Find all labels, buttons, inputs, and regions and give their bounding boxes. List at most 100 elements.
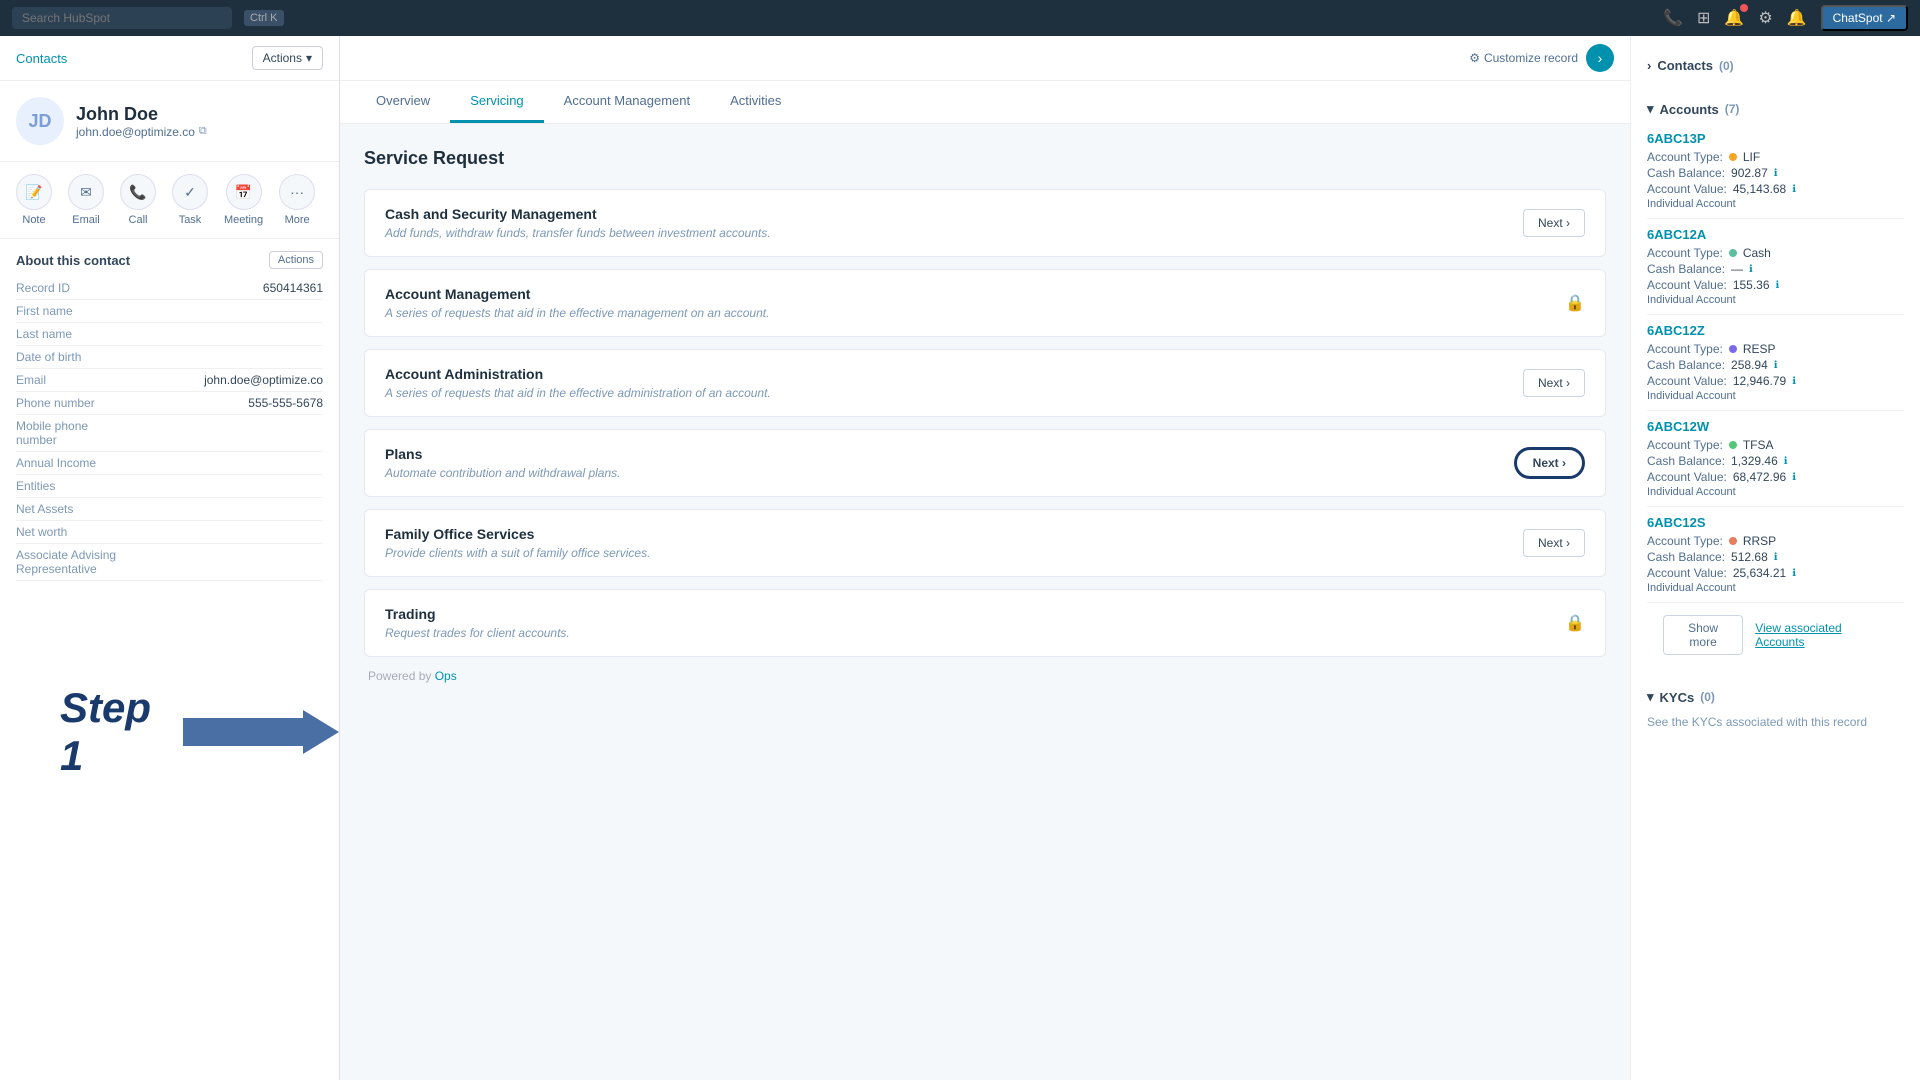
rs-kycs-section: ▾ KYCs (0) See the KYCs associated with … — [1631, 675, 1920, 741]
info-icon-6abc13p-cash: ℹ — [1774, 168, 1778, 179]
account-card-6abc12a: 6ABC12A Account Type: Cash Cash Balance:… — [1647, 219, 1904, 315]
field-first-name: First name — [16, 300, 323, 323]
view-accounts-link[interactable]: View associated Accounts — [1755, 621, 1888, 649]
account-type-6abc12a: Account Type: Cash — [1647, 246, 1904, 260]
call-action[interactable]: 📞 Call — [120, 174, 156, 226]
right-sidebar: › Contacts (0) ▾ Accounts (7) 6ABC13P Ac… — [1630, 36, 1920, 1080]
next-button-account-admin[interactable]: Next › — [1523, 369, 1585, 397]
next-button-cash[interactable]: Next › — [1523, 209, 1585, 237]
more-action[interactable]: ··· More — [279, 174, 315, 226]
account-id-6abc12w[interactable]: 6ABC12W — [1647, 419, 1904, 434]
account-type-6abc12s: Account Type: RRSP — [1647, 534, 1904, 548]
info-icon-6abc12z-cash: ℹ — [1774, 360, 1778, 371]
chatspot-button[interactable]: ChatSpot ↗ — [1821, 5, 1908, 31]
gear-icon: ⚙ — [1469, 51, 1480, 65]
field-entities: Entities — [16, 475, 323, 498]
kyc-note: See the KYCs associated with this record — [1647, 711, 1904, 733]
meeting-action[interactable]: 📅 Meeting — [224, 174, 263, 226]
info-icon-6abc12w-cash: ℹ — [1784, 456, 1788, 467]
service-title-family-office: Family Office Services — [385, 526, 650, 542]
tab-account-management[interactable]: Account Management — [544, 81, 710, 123]
chevron-down-icon-accounts: ▾ — [1647, 101, 1654, 117]
rs-accounts-footer: Show more View associated Accounts — [1647, 603, 1904, 667]
notifications-icon[interactable]: 🔔 — [1724, 8, 1744, 28]
account-id-6abc12a[interactable]: 6ABC12A — [1647, 227, 1904, 242]
avatar: JD — [16, 97, 64, 145]
account-value-6abc13p: Account Value: 45,143.68 ℹ — [1647, 182, 1904, 196]
task-icon: ✓ — [172, 174, 208, 210]
account-dot-resp — [1729, 345, 1737, 353]
rs-kycs-header[interactable]: ▾ KYCs (0) — [1647, 683, 1904, 711]
contact-email: john.doe@optimize.co ⧉ — [76, 125, 207, 139]
service-card-family-office: Family Office Services Provide clients w… — [364, 509, 1606, 577]
grid-icon[interactable]: ⊞ — [1697, 8, 1710, 28]
left-sidebar: Contacts Actions ▾ JD John Doe john.doe@… — [0, 36, 340, 1080]
cash-balance-6abc12a: Cash Balance: — ℹ — [1647, 262, 1904, 276]
service-card-account-mgmt-left: Account Management A series of requests … — [385, 286, 769, 320]
sidebar-actions-button[interactable]: Actions ▾ — [252, 46, 323, 70]
copy-email-icon[interactable]: ⧉ — [199, 125, 207, 138]
about-title: About this contact — [16, 253, 130, 268]
account-id-6abc13p[interactable]: 6ABC13P — [1647, 131, 1904, 146]
chevron-right-icon: › — [1647, 58, 1651, 73]
service-title-account-admin: Account Administration — [385, 366, 771, 382]
service-title-cash: Cash and Security Management — [385, 206, 771, 222]
about-actions-button[interactable]: Actions — [269, 251, 323, 269]
search-input[interactable] — [12, 7, 232, 29]
next-button-plans[interactable]: Next › — [1514, 447, 1585, 479]
customize-record-button[interactable]: ⚙ Customize record — [1469, 51, 1578, 65]
service-desc-trading: Request trades for client accounts. — [385, 626, 570, 640]
account-card-6abc13p: 6ABC13P Account Type: LIF Cash Balance: … — [1647, 123, 1904, 219]
show-more-button[interactable]: Show more — [1663, 615, 1743, 655]
service-card-cash-security: Cash and Security Management Add funds, … — [364, 189, 1606, 257]
main-layout: Contacts Actions ▾ JD John Doe john.doe@… — [0, 36, 1920, 1080]
search-shortcut: Ctrl K — [244, 10, 284, 26]
account-id-6abc12z[interactable]: 6ABC12Z — [1647, 323, 1904, 338]
account-value-6abc12z: Account Value: 12,946.79 ℹ — [1647, 374, 1904, 388]
account-value-6abc12s: Account Value: 25,634.21 ℹ — [1647, 566, 1904, 580]
chevron-down-icon-kycs: ▾ — [1647, 689, 1654, 705]
about-header: About this contact Actions — [16, 251, 323, 269]
powered-by: Powered by Ops — [364, 669, 1606, 683]
phone-icon[interactable]: 📞 — [1663, 8, 1683, 28]
service-desc-account-admin: A series of requests that aid in the eff… — [385, 386, 771, 400]
account-id-6abc12s[interactable]: 6ABC12S — [1647, 515, 1904, 530]
field-net-assets: Net Assets — [16, 498, 323, 521]
service-title-trading: Trading — [385, 606, 570, 622]
account-value-6abc12a: Account Value: 155.36 ℹ — [1647, 278, 1904, 292]
info-icon-6abc12s-val: ℹ — [1792, 568, 1796, 579]
tab-overview[interactable]: Overview — [356, 81, 450, 123]
rs-contacts-header[interactable]: › Contacts (0) — [1647, 52, 1904, 79]
account-type-label-6abc12a: Individual Account — [1647, 294, 1904, 306]
rs-accounts-title: ▾ Accounts (7) — [1647, 101, 1739, 117]
note-action[interactable]: 📝 Note — [16, 174, 52, 226]
settings-icon[interactable]: ⚙ — [1758, 8, 1772, 28]
info-icon-6abc12a-val: ℹ — [1776, 280, 1780, 291]
panel-content[interactable]: Service Request Cash and Security Manage… — [340, 124, 1630, 1080]
sidebar-scroll[interactable]: About this contact Actions Record ID 650… — [0, 239, 339, 1080]
sidebar-header: Contacts Actions ▾ — [0, 36, 339, 81]
task-action[interactable]: ✓ Task — [172, 174, 208, 226]
account-type-6abc13p: Account Type: LIF — [1647, 150, 1904, 164]
email-action[interactable]: ✉ Email — [68, 174, 104, 226]
tabs: Overview Servicing Account Management Ac… — [340, 81, 1630, 124]
service-card-account-mgmt: Account Management A series of requests … — [364, 269, 1606, 337]
note-icon: 📝 — [16, 174, 52, 210]
field-net-worth: Net worth — [16, 521, 323, 544]
rs-accounts-header[interactable]: ▾ Accounts (7) — [1647, 95, 1904, 123]
service-card-cash-left: Cash and Security Management Add funds, … — [385, 206, 771, 240]
field-record-id: Record ID 650414361 — [16, 277, 323, 300]
ops-link[interactable]: Ops — [435, 669, 457, 683]
tab-servicing[interactable]: Servicing — [450, 81, 543, 123]
account-type-label-6abc12z: Individual Account — [1647, 390, 1904, 402]
topbar: Ctrl K 📞 ⊞ 🔔 ⚙ 🔔 ChatSpot ↗ — [0, 0, 1920, 36]
contacts-link[interactable]: Contacts — [16, 51, 67, 66]
field-email: Email john.doe@optimize.co — [16, 369, 323, 392]
collapse-panel-button[interactable]: › — [1586, 44, 1614, 72]
tab-activities[interactable]: Activities — [710, 81, 801, 123]
bell-icon[interactable]: 🔔 — [1787, 8, 1807, 28]
next-button-family-office[interactable]: Next › — [1523, 529, 1585, 557]
field-last-name: Last name — [16, 323, 323, 346]
account-dot-lif — [1729, 153, 1737, 161]
call-icon: 📞 — [120, 174, 156, 210]
